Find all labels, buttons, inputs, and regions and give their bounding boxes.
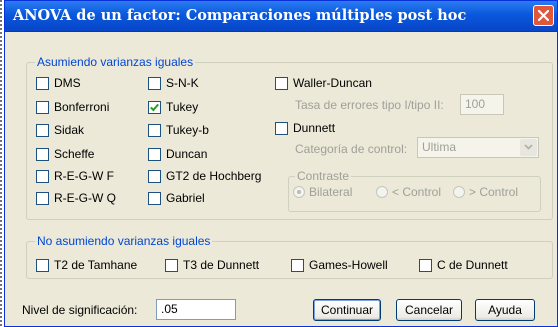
checkbox-label: Games-Howell [309,258,388,272]
checkbox-box[interactable] [148,76,161,90]
checkbox-box[interactable] [165,258,178,272]
checkbox-box[interactable] [275,121,288,135]
checkbox-dunnett[interactable]: Dunnett [275,121,335,135]
checkbox-label: Duncan [166,147,208,161]
checkbox-label: Sidak [54,123,85,137]
chevron-down-icon [524,144,533,150]
radio-circle[interactable] [376,186,388,198]
error-ratio-input[interactable]: 100 [460,94,504,115]
checkbox-bonferroni[interactable]: Bonferroni [36,100,109,114]
radio-circle[interactable] [453,186,465,198]
checkbox-box[interactable] [419,258,432,272]
equal-variances-legend: Asumiendo varianzas iguales [35,55,196,69]
continue-button[interactable]: Continuar [313,299,381,321]
checkbox-tukey[interactable]: Tukey [148,100,198,114]
checkbox-label: DMS [54,76,81,90]
dialog-window: ANOVA de un factor: Comparaciones múltip… [4,0,558,327]
checkbox-box[interactable] [148,123,161,137]
checkbox-gt2-hochberg[interactable]: GT2 de Hochberg [148,169,261,183]
checkbox-box[interactable] [275,76,288,90]
checkbox-box[interactable] [36,123,49,137]
checkbox-label: Gabriel [166,191,205,205]
title-bar[interactable]: ANOVA de un factor: Comparaciones múltip… [5,1,557,32]
checkbox-box[interactable] [148,100,161,114]
radio-label: < Control [392,185,442,199]
checkbox-box[interactable] [291,258,304,272]
checkbox-waller-duncan[interactable]: Waller-Duncan [275,76,372,90]
checkbox-c-dunnett[interactable]: C de Dunnett [419,258,508,272]
radio-less-control[interactable]: < Control [376,185,441,199]
checkbox-label: R-E-G-W F [54,169,114,183]
dropdown-arrow[interactable] [520,139,537,156]
checkbox-label: GT2 de Hochberg [166,169,262,183]
checkbox-box[interactable] [36,76,49,90]
close-icon [538,10,549,21]
radio-label: Bilateral [309,185,353,199]
window-title: ANOVA de un factor: Comparaciones múltip… [13,7,467,24]
cancel-button[interactable]: Cancelar [396,299,462,321]
checkmark-icon [150,103,159,111]
checkbox-box[interactable] [36,147,49,161]
radio-circle[interactable] [293,186,305,198]
checkbox-box[interactable] [148,147,161,161]
error-ratio-label: Tasa de errores tipo I/tipo II: [295,98,444,112]
checkbox-sidak[interactable]: Sidak [36,123,84,137]
checkbox-games-howell[interactable]: Games-Howell [291,258,388,272]
checkbox-label: T2 de Tamhane [54,258,138,272]
checkbox-tukey-b[interactable]: Tukey-b [148,123,209,137]
checkbox-label: Scheffe [54,147,95,161]
checkbox-box[interactable] [36,100,49,114]
checkbox-gabriel[interactable]: Gabriel [148,191,205,205]
checkbox-t2-tamhane[interactable]: T2 de Tamhane [36,258,137,272]
close-button[interactable] [533,5,554,26]
checkbox-box[interactable] [36,169,49,183]
radio-dot [297,190,301,194]
radio-bilateral[interactable]: Bilateral [293,185,352,199]
checkbox-duncan[interactable]: Duncan [148,147,207,161]
significance-value: .05 [161,302,178,316]
control-category-value: Ultima [422,140,457,154]
checkbox-label: Waller-Duncan [293,76,372,90]
checkbox-dms[interactable]: DMS [36,76,81,90]
checkbox-label: T3 de Dunnett [183,258,260,272]
checkbox-scheffe[interactable]: Scheffe [36,147,94,161]
checkbox-label: S-N-K [166,76,199,90]
checkbox-label: Tukey-b [166,123,209,137]
checkbox-box[interactable] [148,191,161,205]
radio-greater-control[interactable]: > Control [453,185,518,199]
checkbox-regwq[interactable]: R-E-G-W Q [36,191,116,205]
checkbox-label: Tukey [166,100,199,114]
checkbox-box[interactable] [36,191,49,205]
checkbox-snk[interactable]: S-N-K [148,76,199,90]
contrast-legend: Contraste [295,169,352,183]
checkbox-label: R-E-G-W Q [54,191,116,205]
unequal-variances-legend: No asumiendo varianzas iguales [35,234,213,248]
radio-label: > Control [469,185,519,199]
checkbox-box[interactable] [148,169,161,183]
significance-label: Nivel de significación: [22,303,138,317]
significance-input[interactable]: .05 [156,299,236,320]
error-ratio-value: 100 [465,97,486,111]
checkbox-t3-dunnett[interactable]: T3 de Dunnett [165,258,259,272]
checkbox-label: Bonferroni [54,100,110,114]
checkbox-regwf[interactable]: R-E-G-W F [36,169,114,183]
control-category-select[interactable]: Ultima [417,137,539,158]
checkbox-box[interactable] [36,258,49,272]
control-category-label: Categoría de control: [295,142,408,156]
help-button[interactable]: Ayuda [475,299,535,321]
checkbox-label: C de Dunnett [437,258,508,272]
checkbox-label: Dunnett [293,121,336,135]
